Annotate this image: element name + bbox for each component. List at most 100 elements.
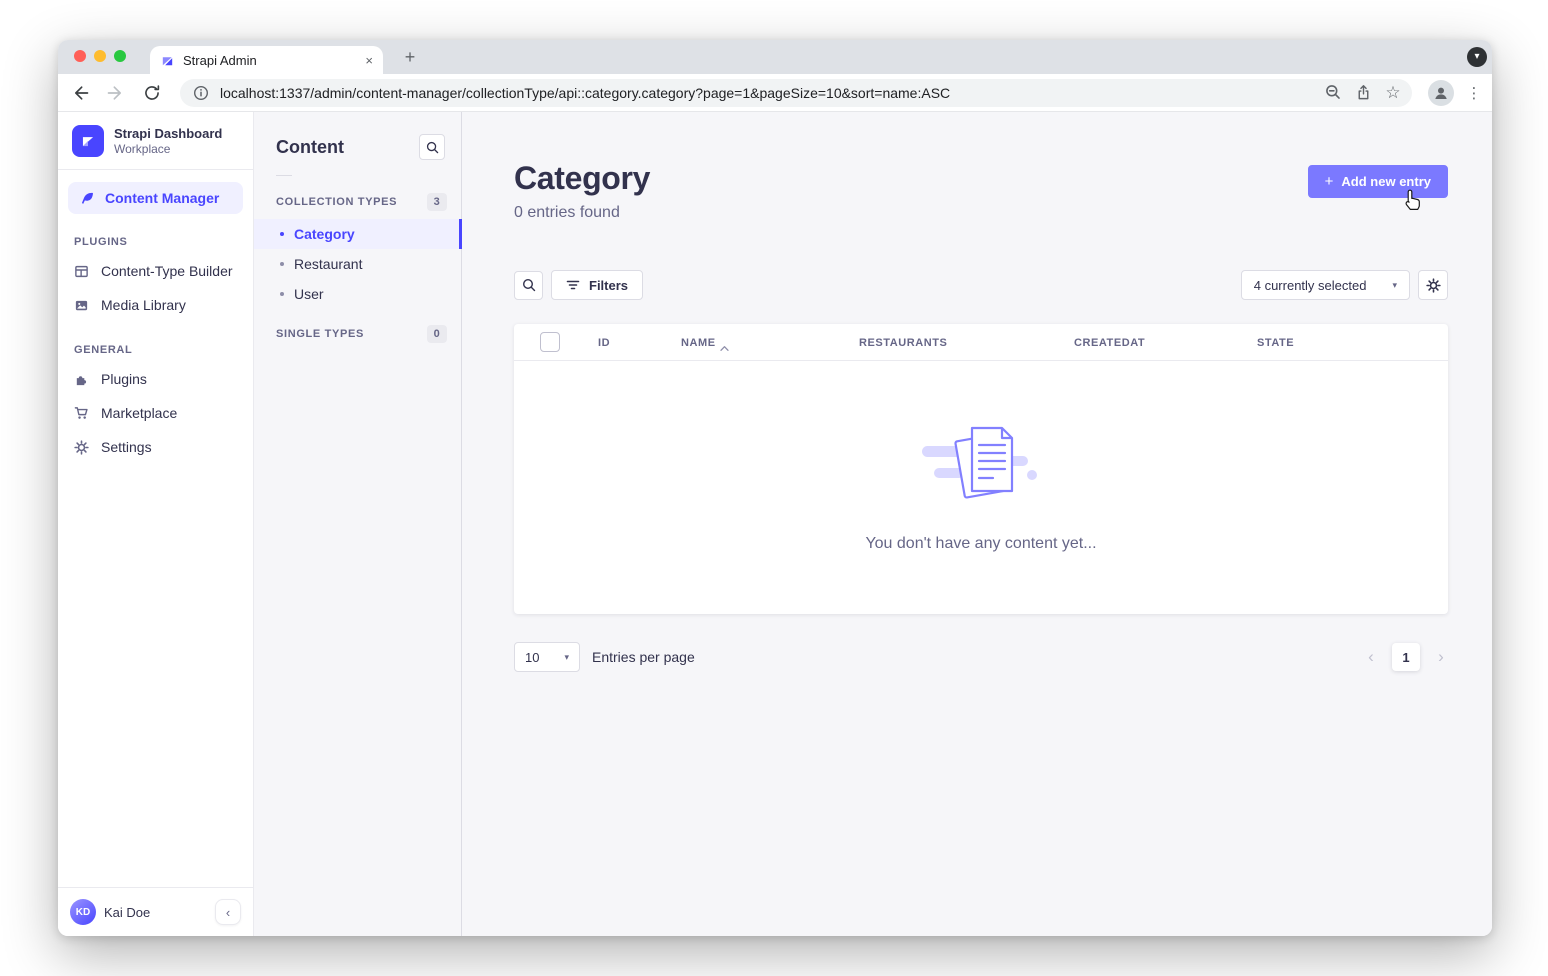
collapse-sidebar-button[interactable]: ‹: [215, 899, 241, 925]
workspace-subtitle: Workplace: [114, 142, 222, 156]
cursor-pointer: [1402, 188, 1424, 212]
user-avatar: KD: [70, 899, 96, 925]
strapi-app: Strapi Dashboard Workplace Content Manag…: [58, 112, 1492, 936]
strapi-logo: [72, 125, 104, 157]
table-settings-button[interactable]: [1418, 270, 1448, 300]
layout-icon: [74, 264, 89, 279]
previous-page-button[interactable]: ‹: [1364, 647, 1378, 667]
sidebar-item-label: Marketplace: [101, 405, 177, 421]
sidebar-item-marketplace[interactable]: Marketplace: [58, 396, 253, 430]
cart-icon: [74, 406, 89, 421]
main-content: Category 0 entries found + Add new entry: [462, 112, 1492, 936]
single-types-label: SINGLE TYPES: [276, 328, 364, 340]
content-subnav: Content COLLECTION TYPES 3 Category Rest…: [254, 112, 462, 936]
sidebar-divider: [58, 169, 253, 170]
tab-strapi-admin[interactable]: Strapi Admin ×: [150, 46, 383, 74]
add-new-entry-button[interactable]: + Add new entry: [1308, 165, 1448, 198]
single-types-count-badge: 0: [427, 325, 447, 343]
sidebar-item-media-library[interactable]: Media Library: [58, 288, 253, 322]
column-header-id[interactable]: ID: [598, 337, 610, 349]
filters-label: Filters: [589, 278, 628, 293]
bullet-icon: [280, 292, 284, 296]
page-size-select[interactable]: 10 ▾: [514, 642, 580, 672]
collection-types-header: COLLECTION TYPES 3: [254, 193, 461, 211]
plus-icon: +: [1325, 174, 1334, 189]
forward-button[interactable]: [104, 81, 128, 105]
workspace-brand[interactable]: Strapi Dashboard Workplace: [58, 112, 253, 169]
empty-state-text: You don't have any content yet...: [865, 535, 1096, 553]
minimize-window-button[interactable]: [94, 50, 106, 62]
bullet-icon: [280, 262, 284, 266]
back-button[interactable]: [68, 81, 92, 105]
sidebar-item-content-type-builder[interactable]: Content-Type Builder: [58, 254, 253, 288]
url-text: localhost:1337/admin/content-manager/col…: [220, 85, 1314, 101]
sidebar-user-footer[interactable]: KD Kai Doe ‹: [58, 887, 253, 936]
bookmark-star-icon[interactable]: ☆: [1382, 82, 1404, 104]
browser-window: Strapi Admin × + ▾ localhost:1337/admin/…: [58, 40, 1492, 936]
user-name: Kai Doe: [104, 905, 207, 920]
entries-per-page-label: Entries per page: [592, 649, 695, 665]
filters-button[interactable]: Filters: [551, 270, 643, 300]
sidebar-item-label: Content Manager: [105, 190, 219, 206]
list-search-button[interactable]: [514, 271, 543, 300]
subnav-item-restaurant[interactable]: Restaurant: [254, 249, 461, 279]
image-icon: [74, 298, 89, 313]
tab-title: Strapi Admin: [183, 53, 357, 68]
column-header-name[interactable]: NAME: [681, 337, 716, 349]
share-icon[interactable]: [1352, 82, 1374, 104]
close-window-button[interactable]: [74, 50, 86, 62]
zoom-window-button[interactable]: [114, 50, 126, 62]
address-bar[interactable]: localhost:1337/admin/content-manager/col…: [180, 79, 1412, 107]
bullet-icon: [280, 232, 284, 236]
sort-asc-icon[interactable]: [720, 339, 729, 357]
puzzle-icon: [74, 372, 89, 387]
subnav-item-label: Restaurant: [294, 256, 362, 272]
strapi-favicon: [160, 53, 175, 68]
entries-table: ID NAME RESTAURANTS CREATEDAT STATE: [514, 324, 1448, 614]
empty-state: You don't have any content yet...: [514, 361, 1448, 614]
subnav-item-label: Category: [294, 226, 355, 242]
column-header-createdat[interactable]: CREATEDAT: [1074, 337, 1145, 349]
chevron-down-icon: ▾: [1392, 280, 1397, 291]
column-header-state[interactable]: STATE: [1257, 337, 1294, 349]
subnav-title: Content: [276, 137, 344, 158]
subnav-item-user[interactable]: User: [254, 279, 461, 309]
sidebar-item-label: Settings: [101, 439, 152, 455]
page-size-value: 10: [525, 650, 539, 665]
browser-tabstrip: Strapi Admin × + ▾: [58, 40, 1492, 74]
empty-documents-illustration: [922, 423, 1040, 505]
close-tab-icon[interactable]: ×: [365, 53, 373, 68]
record-indicator-icon[interactable]: ▾: [1467, 47, 1487, 67]
columns-selected-dropdown[interactable]: 4 currently selected ▾: [1241, 270, 1410, 300]
sidebar-section-plugins: PLUGINS: [58, 214, 253, 254]
reload-button[interactable]: [140, 81, 164, 105]
search-icon: [426, 141, 439, 154]
browser-toolbar: localhost:1337/admin/content-manager/col…: [58, 74, 1492, 112]
collection-types-count-badge: 3: [427, 193, 447, 211]
subnav-item-category[interactable]: Category: [254, 219, 461, 249]
sidebar-item-label: Media Library: [101, 297, 186, 313]
single-types-header: SINGLE TYPES 0: [254, 325, 461, 343]
collection-types-label: COLLECTION TYPES: [276, 196, 397, 208]
sidebar-section-general: GENERAL: [58, 322, 253, 362]
select-all-checkbox[interactable]: [540, 332, 560, 352]
chevron-down-icon: ▾: [564, 652, 569, 663]
zoom-page-icon[interactable]: [1322, 82, 1344, 104]
sidebar-item-settings[interactable]: Settings: [58, 430, 253, 464]
feather-icon: [80, 191, 95, 206]
sidebar-item-plugins[interactable]: Plugins: [58, 362, 253, 396]
main-sidebar: Strapi Dashboard Workplace Content Manag…: [58, 112, 254, 936]
next-page-button[interactable]: ›: [1434, 647, 1448, 667]
gear-icon: [74, 440, 89, 455]
browser-profile-avatar[interactable]: [1428, 80, 1454, 106]
sidebar-item-content-manager[interactable]: Content Manager: [68, 182, 243, 214]
site-info-icon[interactable]: [190, 82, 212, 104]
current-page-button[interactable]: 1: [1392, 643, 1420, 671]
sidebar-item-label: Plugins: [101, 371, 147, 387]
subnav-search-button[interactable]: [419, 134, 445, 160]
add-new-entry-label: Add new entry: [1341, 174, 1431, 189]
browser-menu-icon[interactable]: ⋮: [1466, 84, 1482, 102]
entries-found-text: 0 entries found: [514, 204, 650, 222]
column-header-restaurants[interactable]: RESTAURANTS: [859, 337, 947, 349]
new-tab-button[interactable]: +: [398, 45, 422, 69]
